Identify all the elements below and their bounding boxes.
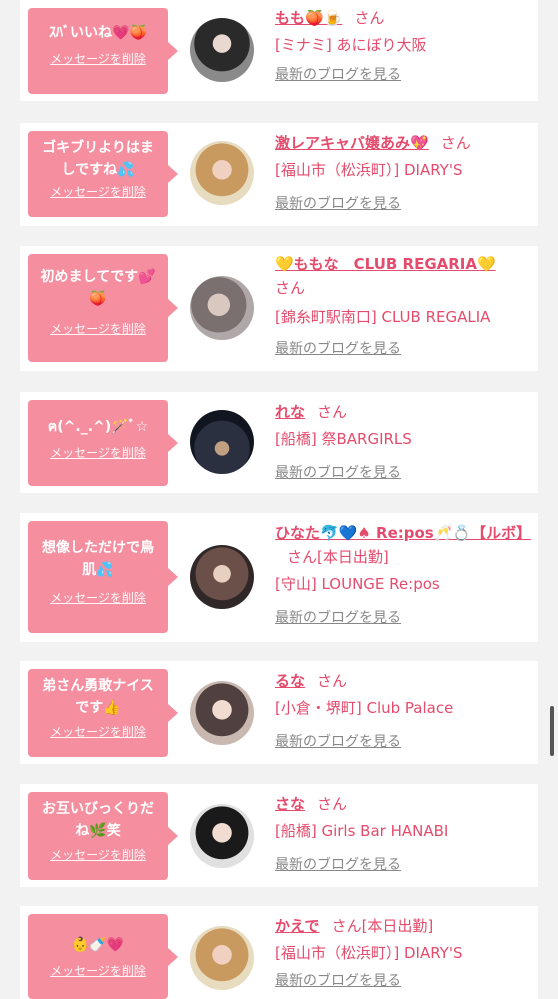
delete-message-link[interactable]: メッセージを削除 (36, 320, 160, 337)
honorific: さん (440, 134, 471, 152)
profile-info: るな さん [小倉・堺町] Club Palace 最新のブログを見る (275, 669, 525, 751)
message-bubble: ゴキブリよりはましですね💦 メッセージを削除 (28, 131, 168, 217)
shop-info: [船橋] Girls Bar HANABI (275, 822, 449, 840)
honorific: さん (317, 403, 348, 421)
latest-blog-link[interactable]: 最新のブログを見る (275, 970, 525, 990)
honorific: さん (275, 279, 306, 297)
avatar[interactable] (190, 141, 254, 205)
shop-info: [船橋] 祭BARGIRLS (275, 430, 412, 448)
profile-name-link[interactable]: 激レアキャバ嬢あみ💖 (275, 134, 429, 152)
delete-message-link[interactable]: メッセージを削除 (36, 723, 160, 740)
profile-name-link[interactable]: さな (275, 795, 305, 813)
profile-info: さな さん [船橋] Girls Bar HANABI 最新のブログを見る (275, 792, 525, 874)
avatar[interactable] (190, 545, 254, 609)
profile-name-link[interactable]: もも🍑🍺 (275, 9, 342, 27)
message-text: 弟さん勇敢ナイスです👍 (42, 678, 154, 716)
latest-blog-link[interactable]: 最新のブログを見る (275, 462, 525, 482)
message-card: 👶🍼💗 メッセージを削除 かえで さん[本日出勤] [福山市（松浜町）] DIAR… (20, 906, 538, 999)
avatar[interactable] (190, 276, 254, 340)
message-bubble: 想像しただけで鳥肌💦 メッセージを削除 (28, 521, 168, 633)
latest-blog-link[interactable]: 最新のブログを見る (275, 607, 525, 627)
profile-info: 💛ももな CLUB REGARIA💛 さん [錦糸町駅南口] CLUB REGAL… (275, 252, 525, 358)
delete-message-link[interactable]: メッセージを削除 (36, 444, 160, 461)
shop-info: [錦糸町駅南口] CLUB REGALIA (275, 308, 491, 326)
avatar[interactable] (190, 18, 254, 82)
message-text: お互いびっくりだね🌿笑 (42, 801, 154, 839)
delete-message-link[interactable]: メッセージを削除 (36, 589, 160, 606)
honorific: さん (354, 9, 385, 27)
message-card: 弟さん勇敢ナイスです👍 メッセージを削除 るな さん [小倉・堺町] Club P… (20, 661, 538, 764)
profile-name-link[interactable]: かえで (275, 917, 320, 935)
message-bubble: ｽﾊﾞいいね💗🍑 メッセージを削除 (28, 8, 168, 94)
profile-name-link[interactable]: ひなた🐬💙♠ Re:pos🥂💍【ルボ】 (275, 524, 531, 542)
shop-info: [福山市（松浜町）] DIARY'S (275, 161, 463, 179)
avatar[interactable] (190, 681, 254, 745)
message-text: 初めましてです💕🍑 (40, 269, 156, 307)
message-card: ｽﾊﾞいいね💗🍑 メッセージを削除 もも🍑🍺 さん [ミナミ] あにぼり大阪 最新… (20, 0, 538, 101)
delete-message-link[interactable]: メッセージを削除 (36, 183, 160, 200)
attendance-status: [本日出勤] (361, 917, 434, 935)
message-bubble: 弟さん勇敢ナイスです👍 メッセージを削除 (28, 669, 168, 757)
profile-name-link[interactable]: るな (275, 672, 305, 690)
latest-blog-link[interactable]: 最新のブログを見る (275, 731, 525, 751)
shop-info: [小倉・堺町] Club Palace (275, 699, 454, 717)
profile-info: れな さん [船橋] 祭BARGIRLS 最新のブログを見る (275, 400, 525, 482)
message-text: ゴキブリよりはましですね💦 (42, 140, 154, 178)
honorific: さん (287, 548, 318, 566)
profile-info: 激レアキャバ嬢あみ💖 さん [福山市（松浜町）] DIARY'S 最新のブログを見… (275, 131, 525, 213)
profile-info: ひなた🐬💙♠ Re:pos🥂💍【ルボ】さん[本日出勤] [守山] LOUNGE … (275, 521, 531, 627)
message-text: ฅ(^._.^)🪄ﾞ☆ (47, 419, 149, 435)
delete-message-link[interactable]: メッセージを削除 (36, 846, 160, 863)
message-text: 想像しただけで鳥肌💦 (42, 540, 154, 578)
shop-info: [ミナミ] あにぼり大阪 (275, 36, 427, 54)
message-card: ゴキブリよりはましですね💦 メッセージを削除 激レアキャバ嬢あみ💖 さん [福山市… (20, 123, 538, 226)
profile-info: もも🍑🍺 さん [ミナミ] あにぼり大阪 最新のブログを見る (275, 6, 525, 84)
message-text: 👶🍼💗 (71, 937, 125, 953)
profile-name-link[interactable]: 💛ももな CLUB REGARIA💛 (275, 255, 496, 273)
honorific: さん (331, 917, 362, 935)
message-bubble: 👶🍼💗 メッセージを削除 (28, 914, 168, 999)
latest-blog-link[interactable]: 最新のブログを見る (275, 338, 525, 358)
latest-blog-link[interactable]: 最新のブログを見る (275, 193, 525, 213)
honorific: さん (317, 795, 348, 813)
honorific: さん (317, 672, 348, 690)
message-bubble: ฅ(^._.^)🪄ﾞ☆ メッセージを削除 (28, 400, 168, 486)
message-card: 初めましてです💕🍑 メッセージを削除 💛ももな CLUB REGARIA💛 さん … (20, 246, 538, 371)
attendance-status: [本日出勤] (317, 548, 389, 566)
message-card: 想像しただけで鳥肌💦 メッセージを削除 ひなた🐬💙♠ Re:pos🥂💍【ルボ】さ… (20, 513, 538, 642)
profile-name-link[interactable]: れな (275, 403, 305, 421)
profile-info: かえで さん[本日出勤] [福山市（松浜町）] DIARY'S 最新のブログを見る (275, 914, 525, 990)
shop-info: [守山] LOUNGE Re:pos (275, 575, 440, 593)
latest-blog-link[interactable]: 最新のブログを見る (275, 854, 525, 874)
delete-message-link[interactable]: メッセージを削除 (36, 962, 160, 979)
shop-info: [福山市（松浜町）] DIARY'S (275, 944, 463, 962)
message-bubble: お互いびっくりだね🌿笑 メッセージを削除 (28, 792, 168, 880)
message-text: ｽﾊﾞいいね💗🍑 (49, 25, 147, 41)
scrollbar[interactable] (550, 706, 554, 756)
message-card: お互いびっくりだね🌿笑 メッセージを削除 さな さん [船橋] Girls Bar… (20, 784, 538, 887)
avatar[interactable] (190, 926, 254, 990)
avatar[interactable] (190, 410, 254, 474)
delete-message-link[interactable]: メッセージを削除 (36, 50, 160, 67)
message-bubble: 初めましてです💕🍑 メッセージを削除 (28, 254, 168, 362)
latest-blog-link[interactable]: 最新のブログを見る (275, 64, 525, 84)
avatar[interactable] (190, 804, 254, 868)
message-card: ฅ(^._.^)🪄ﾞ☆ メッセージを削除 れな さん [船橋] 祭BARGIRLS… (20, 392, 538, 493)
